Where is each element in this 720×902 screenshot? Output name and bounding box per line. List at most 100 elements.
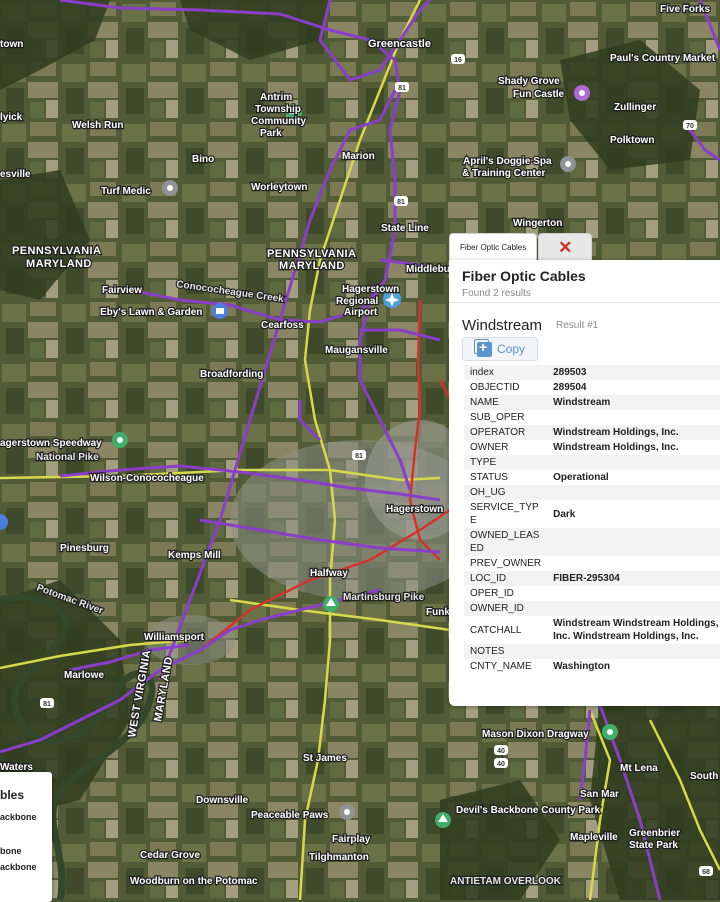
place-label: Cedar Grove bbox=[140, 850, 200, 861]
place-label: Halfway bbox=[310, 568, 348, 579]
attribute-value bbox=[547, 601, 720, 616]
copy-button-label: Copy bbox=[497, 342, 526, 356]
attribute-key: OPERATOR bbox=[464, 425, 548, 440]
place-label: Township bbox=[255, 104, 301, 115]
shield-label: 40 bbox=[497, 748, 505, 755]
attribute-row: PREV_OWNER bbox=[464, 556, 720, 571]
attribute-value: Operational bbox=[547, 470, 720, 485]
attribute-key: OPER_ID bbox=[464, 586, 548, 601]
place-label: & Training Center bbox=[462, 168, 545, 179]
attribute-row: OWNER Windstream Holdings, Inc. bbox=[464, 440, 720, 455]
attribute-key: NOTES bbox=[464, 644, 548, 659]
attribute-key: LOC_ID bbox=[464, 571, 548, 586]
legend-item: ackbone bbox=[0, 812, 37, 822]
attribute-value: 289504 bbox=[547, 380, 720, 395]
popup-subtitle: Found 2 results bbox=[462, 288, 531, 299]
attribute-value: Dark bbox=[547, 500, 720, 528]
place-label: Worleytown bbox=[251, 182, 307, 193]
attribute-value: Windstream Holdings, Inc. bbox=[547, 425, 720, 440]
attribute-value: 289503 bbox=[547, 365, 720, 380]
shield-label: 81 bbox=[398, 85, 406, 92]
place-label: Williamsport bbox=[144, 632, 205, 643]
place-label: Wilson-Conococheague bbox=[90, 473, 204, 484]
poi-label: ANTIETAM OVERLOOK bbox=[450, 876, 562, 887]
attribute-row: SUB_OPER bbox=[464, 410, 720, 425]
place-label: San Mar bbox=[580, 789, 619, 800]
place-label: Maugansville bbox=[325, 345, 388, 356]
place-label: Bino bbox=[192, 154, 214, 165]
attribute-value: Windstream Windstream Holdings, Inc. Win… bbox=[547, 616, 720, 644]
legend-panel: bles ackbone bone ackbone bbox=[0, 772, 52, 902]
place-label: Hagerstown bbox=[386, 504, 443, 515]
close-icon[interactable]: ✕ bbox=[538, 233, 593, 261]
attribute-key: index bbox=[464, 365, 548, 380]
attribute-row: SERVICE_TYPE Dark bbox=[464, 500, 720, 528]
attribute-key: TYPE bbox=[464, 455, 548, 470]
attribute-row: CATCHALL Windstream Windstream Holdings, … bbox=[464, 616, 720, 644]
attribute-value: Windstream Holdings, Inc. bbox=[547, 440, 720, 455]
place-pin-icon bbox=[339, 804, 355, 820]
place-label: Greencastle bbox=[368, 38, 431, 50]
place-label: Community bbox=[251, 116, 306, 127]
place-label: Tilghmanton bbox=[309, 852, 369, 863]
place-label: Pinesburg bbox=[60, 543, 109, 554]
fun-pin-icon bbox=[574, 85, 590, 101]
shield-label: 68 bbox=[702, 869, 710, 876]
attribute-value bbox=[547, 528, 720, 556]
shield-label: 81 bbox=[355, 453, 363, 460]
attribute-row: OPERATOR Windstream Holdings, Inc. bbox=[464, 425, 720, 440]
attribute-row: LOC_ID FIBER-295304 bbox=[464, 571, 720, 586]
legend-item: ackbone bbox=[0, 862, 37, 872]
place-label: Mason Dixon Dragway bbox=[482, 729, 589, 740]
copy-icon bbox=[474, 338, 492, 357]
attribute-row: OH_UG bbox=[464, 485, 720, 500]
state-label: PENNSYLVANIA bbox=[12, 245, 101, 257]
place-label: Peaceable Paws bbox=[251, 810, 329, 821]
attribute-row: OPER_ID bbox=[464, 586, 720, 601]
attribute-value: FIBER-295304 bbox=[547, 571, 720, 586]
attribute-value bbox=[547, 586, 720, 601]
divider bbox=[449, 302, 720, 303]
attribute-row: CNTY_NAME Washington bbox=[464, 659, 720, 674]
place-label: Polktown bbox=[610, 135, 654, 146]
attribute-value: Windstream bbox=[547, 395, 720, 410]
poi-label: Martinsburg Pike bbox=[343, 592, 425, 603]
place-label: Greenbrier bbox=[629, 828, 680, 839]
attribute-value: Washington bbox=[547, 659, 720, 674]
attribute-key: PREV_OWNER bbox=[464, 556, 548, 571]
popup-tabs: Fiber Optic Cables ✕ bbox=[449, 233, 593, 263]
attribute-key: OWNED_LEASED bbox=[464, 528, 548, 556]
place-label: agerstown Speedway bbox=[0, 438, 102, 449]
park-pin-icon bbox=[323, 596, 339, 612]
state-label: MARYLAND bbox=[279, 260, 345, 272]
attribute-value bbox=[547, 410, 720, 425]
copy-button[interactable]: Copy bbox=[462, 337, 538, 361]
attribute-value bbox=[547, 485, 720, 500]
place-label: Devil's Backbone County Park bbox=[456, 805, 601, 816]
tab-fiber-optic-cables[interactable]: Fiber Optic Cables bbox=[449, 233, 538, 263]
place-label: Antrim bbox=[260, 92, 292, 103]
attribute-key: OWNER bbox=[464, 440, 548, 455]
place-label: Five Forks bbox=[660, 4, 710, 15]
shield-label: 81 bbox=[397, 199, 405, 206]
shield-label: 70 bbox=[686, 123, 694, 130]
place-label: Park bbox=[260, 128, 282, 139]
attribute-key: STATUS bbox=[464, 470, 548, 485]
legend-title: bles bbox=[0, 788, 25, 802]
place-label: Turf Medic bbox=[101, 186, 151, 197]
attribute-value bbox=[547, 644, 720, 659]
place-label: Hagerstown bbox=[342, 284, 399, 295]
attribute-row: NAME Windstream bbox=[464, 395, 720, 410]
popup-panel: Fiber Optic Cables Found 2 results Winds… bbox=[449, 260, 720, 706]
place-label: South Mountain State Park bbox=[690, 771, 720, 782]
place-label: Wingerton bbox=[513, 218, 562, 229]
feature-name: Windstream bbox=[462, 317, 543, 334]
place-label: Airport bbox=[344, 307, 378, 318]
shield-label: 40 bbox=[497, 761, 505, 768]
place-label: Downsville bbox=[196, 795, 249, 806]
state-label: MARYLAND bbox=[26, 258, 92, 270]
place-label: esville bbox=[0, 169, 31, 180]
attribute-key: OBJECTID bbox=[464, 380, 548, 395]
state-label: PENNSYLVANIA bbox=[267, 248, 356, 260]
attribute-key: SUB_OPER bbox=[464, 410, 548, 425]
